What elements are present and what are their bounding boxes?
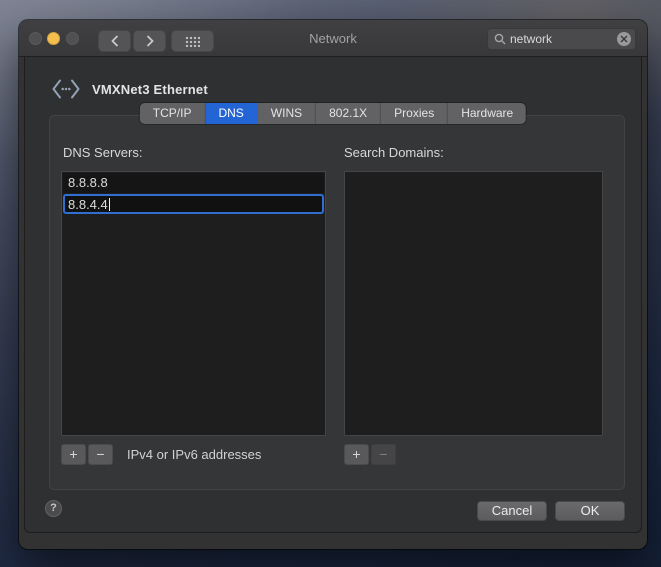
tab-802-1x[interactable]: 802.1X [316, 103, 382, 124]
help-button[interactable]: ? [45, 500, 62, 517]
tab-proxies[interactable]: Proxies [381, 103, 449, 124]
back-button[interactable] [98, 30, 131, 52]
tab-dns[interactable]: DNS [205, 103, 258, 124]
add-dns-server-button[interactable]: + [61, 444, 86, 465]
ok-button[interactable]: OK [555, 501, 625, 521]
clear-search-button[interactable] [617, 32, 631, 46]
circle-x-icon [620, 35, 628, 43]
tab-wins[interactable]: WINS [257, 103, 317, 124]
dns-servers-label: DNS Servers: [63, 145, 143, 160]
service-row: VMXNet3 Ethernet [51, 78, 208, 100]
tab-hardware[interactable]: Hardware [448, 103, 527, 124]
search-field[interactable] [487, 28, 636, 50]
remove-dns-server-button[interactable]: − [88, 444, 113, 465]
cancel-button[interactable]: Cancel [477, 501, 547, 521]
dns-server-edit-field[interactable]: 8.8.4.4 [63, 194, 324, 214]
chevron-left-icon [110, 35, 119, 47]
forward-button[interactable] [133, 30, 166, 52]
search-icon [494, 33, 506, 45]
network-service-icon [51, 78, 81, 100]
search-input[interactable] [510, 32, 617, 46]
dns-server-row[interactable]: 8.8.8.8 [63, 173, 324, 193]
search-domains-label: Search Domains: [344, 145, 444, 160]
domain-list-controls: + − [344, 444, 398, 465]
search-domains-list[interactable] [344, 171, 603, 436]
service-name: VMXNet3 Ethernet [92, 81, 208, 97]
show-all-button[interactable] [171, 30, 214, 52]
titlebar: Network [19, 20, 647, 57]
ipv4-ipv6-hint: IPv4 or IPv6 addresses [127, 447, 262, 462]
dns-settings-sheet: VMXNet3 Ethernet TCP/IP DNS WINS 802.1X … [24, 57, 642, 533]
dns-list-controls: + − [61, 444, 115, 465]
text-caret [108, 197, 110, 211]
tab-bar: TCP/IP DNS WINS 802.1X Proxies Hardware [139, 103, 527, 124]
grid-icon [185, 35, 200, 47]
add-search-domain-button[interactable]: + [344, 444, 369, 465]
network-preferences-window: Network network VMXNet3 Ethernet TCP/IP … [19, 20, 647, 549]
tab-tcp-ip[interactable]: TCP/IP [139, 103, 206, 124]
remove-search-domain-button[interactable]: − [371, 444, 396, 465]
dns-server-edit-value: 8.8.4.4 [68, 196, 108, 212]
chevron-right-icon [146, 35, 154, 47]
dns-servers-list[interactable]: 8.8.8.8 8.8.4.4 [61, 171, 326, 436]
